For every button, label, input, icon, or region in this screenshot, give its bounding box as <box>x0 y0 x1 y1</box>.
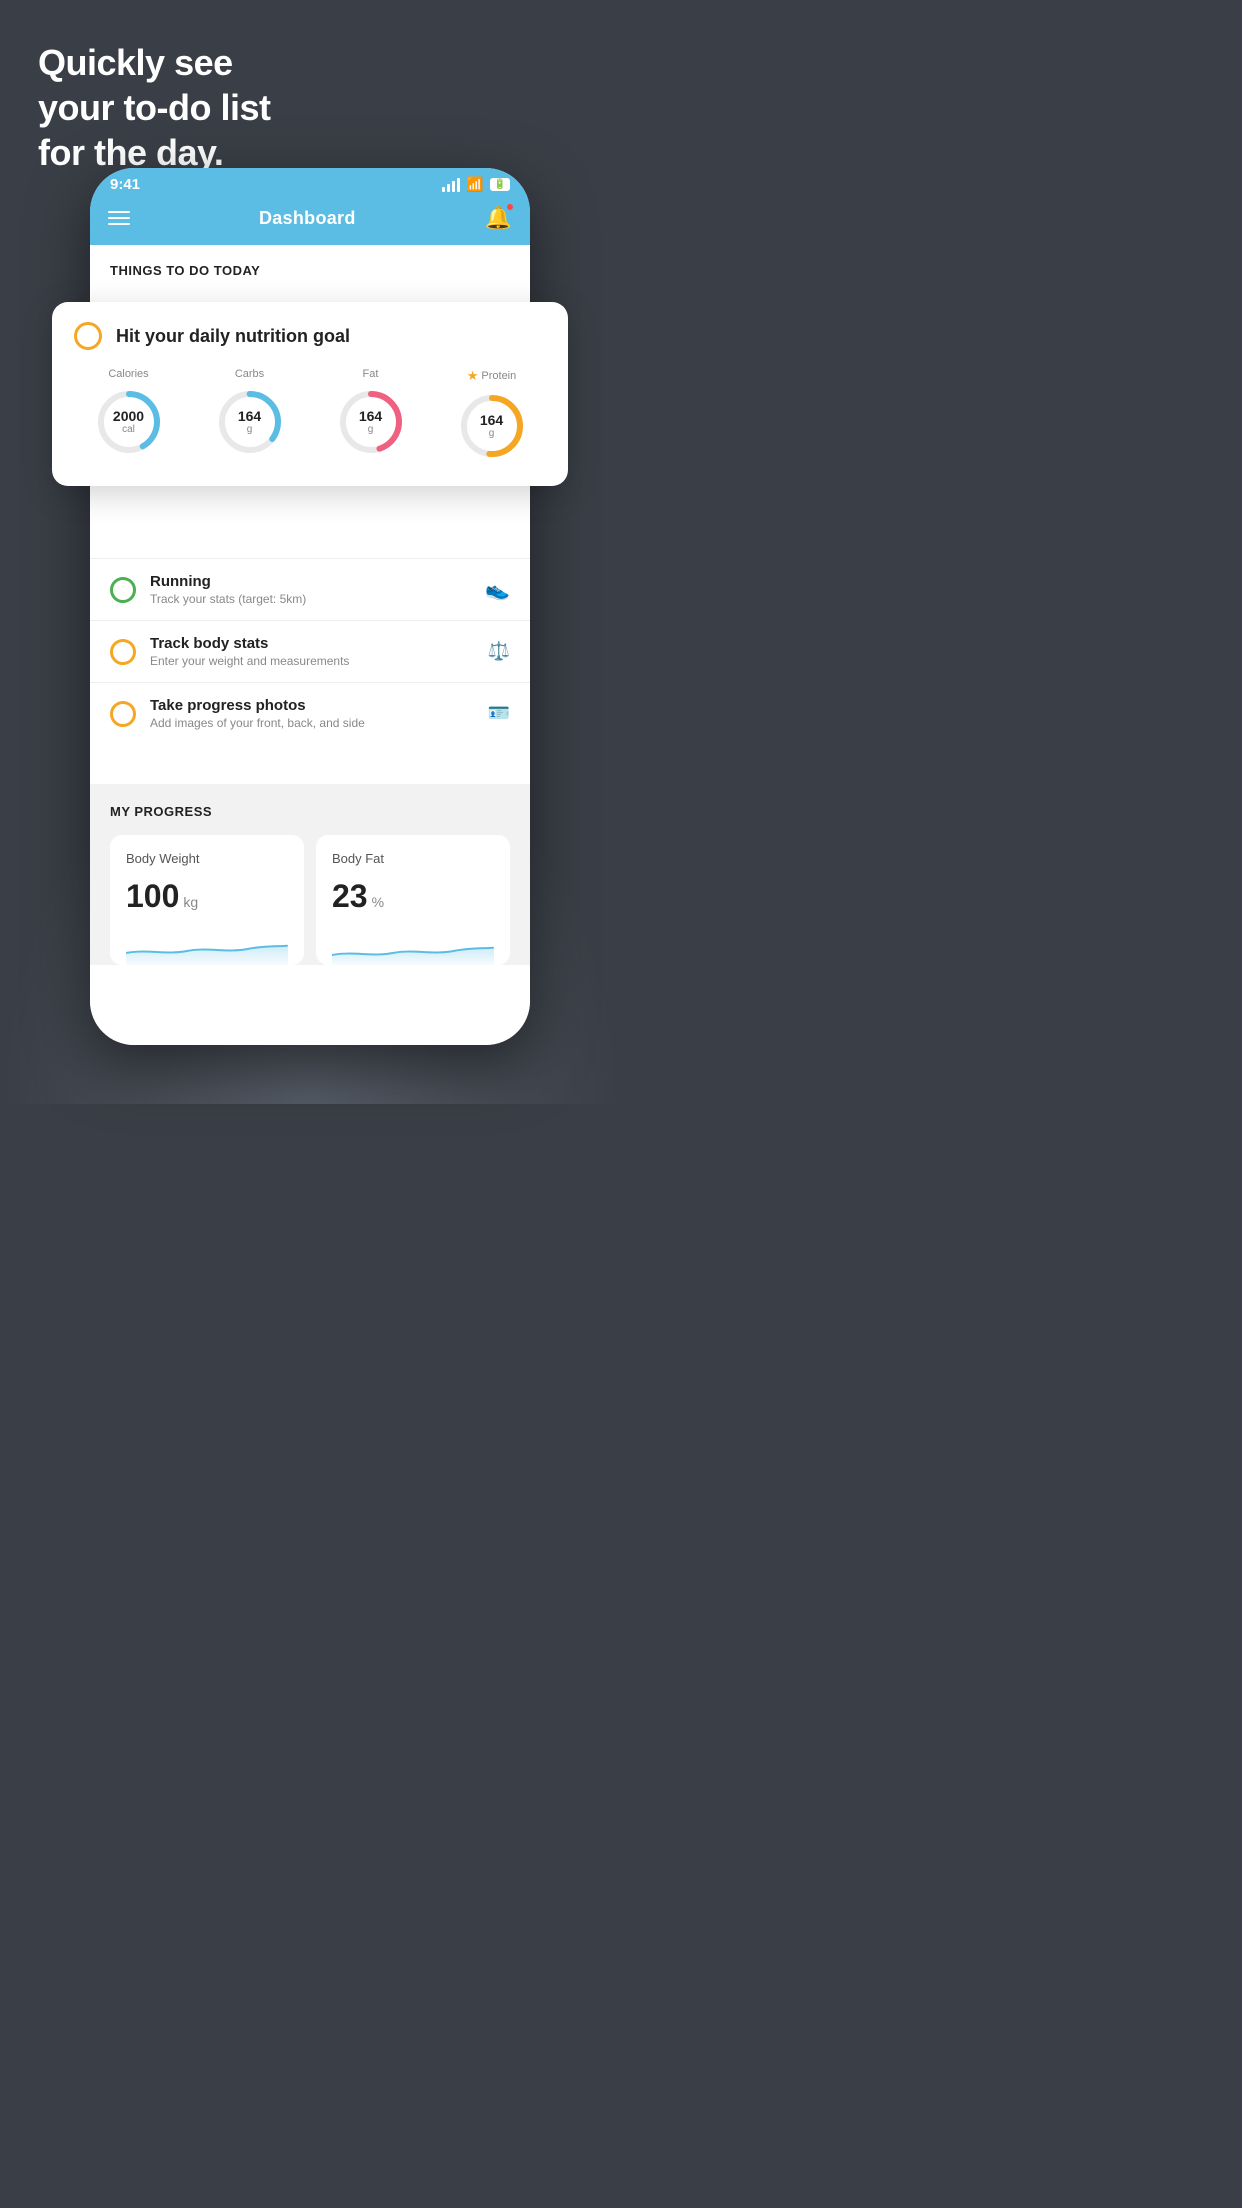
nutrition-grid: Calories 2000 cal Carbs <box>74 368 546 462</box>
todo-item-body-stats[interactable]: Track body stats Enter your weight and m… <box>90 620 530 682</box>
body-weight-unit: kg <box>183 894 198 910</box>
body-fat-label: Body Fat <box>332 851 494 866</box>
progress-header: MY PROGRESS <box>110 804 510 819</box>
protein-value: 164 <box>480 413 503 428</box>
fat-donut: 164 g <box>335 386 407 458</box>
carbs-label: Carbs <box>235 368 264 380</box>
headline: Quickly see your to-do list for the day. <box>38 40 270 175</box>
body-fat-number: 23 <box>332 878 368 915</box>
hamburger-menu-icon[interactable] <box>108 211 130 225</box>
body-weight-card[interactable]: Body Weight 100 kg <box>110 835 304 965</box>
progress-section: MY PROGRESS Body Weight 100 kg <box>90 784 530 965</box>
fat-label: Fat <box>363 368 379 380</box>
status-bar: 9:41 📶 🔋 <box>90 168 530 197</box>
wifi-icon: 📶 <box>466 176 483 193</box>
status-icons: 📶 🔋 <box>442 176 510 193</box>
body-fat-chart <box>332 925 494 965</box>
nutrition-card: Hit your daily nutrition goal Calories 2… <box>52 302 568 486</box>
body-fat-card[interactable]: Body Fat 23 % <box>316 835 510 965</box>
notification-dot <box>506 203 514 211</box>
calories-label: Calories <box>108 368 148 380</box>
calories-unit: cal <box>113 424 144 435</box>
nav-title: Dashboard <box>259 208 356 229</box>
protein-unit: g <box>480 428 503 439</box>
nutrition-card-title: Hit your daily nutrition goal <box>116 326 350 347</box>
calories-item: Calories 2000 cal <box>93 368 165 462</box>
fat-item: Fat 164 g <box>335 368 407 462</box>
fat-unit: g <box>359 424 382 435</box>
fat-value: 164 <box>359 409 382 424</box>
todo-sub-photos: Add images of your front, back, and side <box>150 716 474 730</box>
body-weight-number: 100 <box>126 878 179 915</box>
body-fat-unit: % <box>372 894 384 910</box>
todo-radio-body-stats <box>110 639 136 665</box>
headline-line1: Quickly see <box>38 42 233 83</box>
battery-icon: 🔋 <box>490 178 510 191</box>
todo-radio-running <box>110 577 136 603</box>
todo-sub-running: Track your stats (target: 5km) <box>150 592 471 606</box>
todo-title-running: Running <box>150 573 471 590</box>
carbs-unit: g <box>238 424 261 435</box>
protein-label-row: ★ Protein <box>467 368 517 384</box>
protein-donut: 164 g <box>456 390 528 462</box>
protein-label: Protein <box>481 370 516 382</box>
nutrition-card-title-row: Hit your daily nutrition goal <box>74 322 546 350</box>
scale-icon: ⚖️ <box>488 641 510 662</box>
calories-value: 2000 <box>113 409 144 424</box>
nutrition-radio <box>74 322 102 350</box>
nav-bar: Dashboard 🔔 <box>90 197 530 245</box>
headline-line3: for the day. <box>38 132 223 173</box>
signal-icon <box>442 178 460 192</box>
body-weight-chart <box>126 925 288 965</box>
star-icon: ★ <box>467 368 479 384</box>
headline-line2: your to-do list <box>38 87 270 128</box>
carbs-donut: 164 g <box>214 386 286 458</box>
todo-item-running[interactable]: Running Track your stats (target: 5km) 👟 <box>90 558 530 620</box>
carbs-value: 164 <box>238 409 261 424</box>
todo-title-photos: Take progress photos <box>150 697 474 714</box>
running-icon: 👟 <box>485 577 510 602</box>
mid-spacer <box>90 744 530 784</box>
body-weight-label: Body Weight <box>126 851 288 866</box>
body-weight-value-row: 100 kg <box>126 878 288 915</box>
todo-title-body-stats: Track body stats <box>150 635 474 652</box>
carbs-item: Carbs 164 g <box>214 368 286 462</box>
phone-shell: 9:41 📶 🔋 Dashboard 🔔 THINGS TO DO TODAY <box>90 168 530 1045</box>
todo-item-photos[interactable]: Take progress photos Add images of your … <box>90 682 530 744</box>
todo-radio-photos <box>110 701 136 727</box>
things-section-header: THINGS TO DO TODAY <box>90 245 530 288</box>
notification-bell-button[interactable]: 🔔 <box>485 205 512 231</box>
status-time: 9:41 <box>110 176 140 193</box>
todo-list: Running Track your stats (target: 5km) 👟… <box>90 558 530 744</box>
protein-item: ★ Protein 164 g <box>456 368 528 462</box>
todo-sub-body-stats: Enter your weight and measurements <box>150 654 474 668</box>
calories-donut: 2000 cal <box>93 386 165 458</box>
photo-icon: 🪪 <box>488 703 510 724</box>
body-fat-value-row: 23 % <box>332 878 494 915</box>
progress-cards: Body Weight 100 kg <box>110 835 510 965</box>
